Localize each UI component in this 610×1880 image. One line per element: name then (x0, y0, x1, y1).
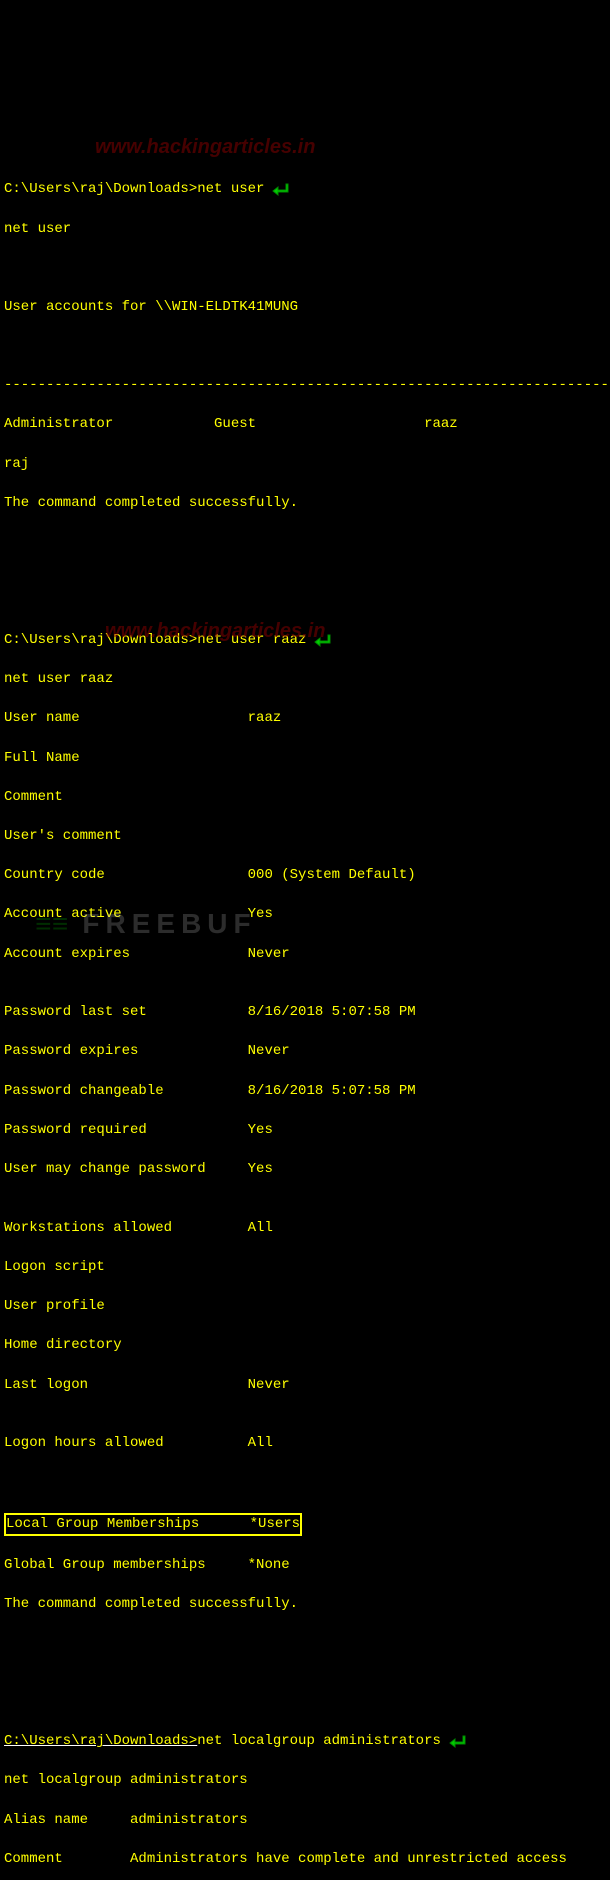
local-group-highlight: Local Group Memberships *Users (4, 1513, 302, 1537)
complete-1: The command completed successfully. (4, 494, 606, 514)
field-countrycode: Country code 000 (System Default) (4, 866, 606, 886)
field-logonscript: Logon script (4, 1258, 606, 1278)
field-pwrequired: Password required Yes (4, 1121, 606, 1141)
field-pwlastset: Password last set 8/16/2018 5:07:58 PM (4, 1003, 606, 1023)
field-accountactive: Account active Yes (4, 905, 606, 925)
prompt-line-1[interactable]: C:\Users\raj\Downloads>net user (4, 180, 606, 200)
field-logonhours: Logon hours allowed All (4, 1434, 606, 1454)
field-usermaychange: User may change password Yes (4, 1160, 606, 1180)
echo-line-2: net user raaz (4, 670, 606, 690)
comment-line: Comment Administrators have complete and… (4, 1850, 606, 1870)
watermark-hackingarticles-1: www.hackingarticles.in (95, 133, 315, 161)
field-userprofile: User profile (4, 1297, 606, 1317)
field-lastlogon: Last logon Never (4, 1376, 606, 1396)
blank (4, 337, 606, 357)
user-row-2: raj (4, 455, 606, 475)
field-homedir: Home directory (4, 1336, 606, 1356)
blank (4, 572, 606, 592)
field-workstations: Workstations allowed All (4, 1219, 606, 1239)
enter-key-icon (449, 1734, 469, 1750)
field-comment: Comment (4, 788, 606, 808)
accounts-header: User accounts for \\WIN-ELDTK41MUNG (4, 298, 606, 318)
prompt-3: C:\Users\raj\Downloads>net localgroup ad… (4, 1732, 441, 1752)
prompt-1: C:\Users\raj\Downloads>net user (4, 180, 264, 200)
prompt-2: C:\Users\raj\Downloads>net user raaz (4, 631, 306, 651)
user-row-1: Administrator Guest raaz (4, 415, 606, 435)
blank (4, 1474, 606, 1494)
field-fullname: Full Name (4, 749, 606, 769)
divider-1: ----------------------------------------… (4, 376, 606, 396)
complete-2: The command completed successfully. (4, 1595, 606, 1615)
field-pwchangeable: Password changeable 8/16/2018 5:07:58 PM (4, 1082, 606, 1102)
echo-line-1: net user (4, 220, 606, 240)
global-group-line: Global Group memberships *None (4, 1556, 606, 1576)
echo-line-3: net localgroup administrators (4, 1771, 606, 1791)
blank (4, 259, 606, 279)
local-group-line: Local Group Memberships *Users (4, 1513, 606, 1537)
field-username: User name raaz (4, 709, 606, 729)
blank (4, 1673, 606, 1693)
prompt-line-2[interactable]: C:\Users\raj\Downloads>net user raaz (4, 631, 606, 651)
blank (4, 1634, 606, 1654)
blank (4, 533, 606, 553)
prompt-line-3[interactable]: C:\Users\raj\Downloads>net localgroup ad… (4, 1732, 606, 1752)
enter-key-icon (272, 182, 292, 198)
field-pwexpires: Password expires Never (4, 1042, 606, 1062)
field-accountexpires: Account expires Never (4, 945, 606, 965)
alias-line: Alias name administrators (4, 1811, 606, 1831)
field-usercomment: User's comment (4, 827, 606, 847)
enter-key-icon (314, 633, 334, 649)
